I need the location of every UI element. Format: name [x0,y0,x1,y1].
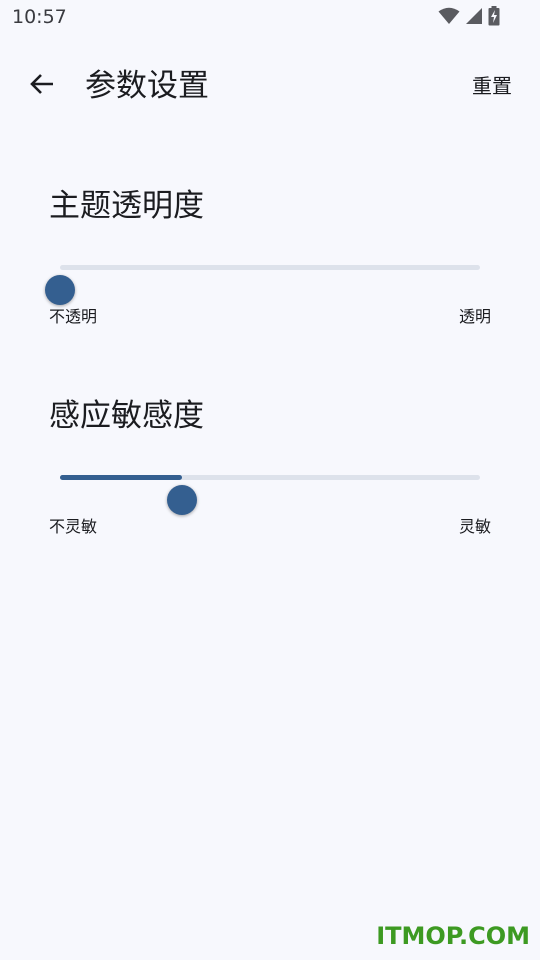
signal-icon [465,7,483,29]
status-icons [438,6,500,30]
slider-max-label: 灵敏 [458,517,491,536]
wifi-icon [438,7,460,29]
sensitivity-slider[interactable] [44,452,496,515]
watermark-logo: ITMOP.COM [376,922,530,950]
slider-thumb[interactable] [45,275,75,305]
status-bar: 10:57 [0,0,540,36]
slider-min-label: 不透明 [49,307,98,326]
battery-charging-icon [488,6,500,30]
setting-title: 主题透明度 [49,188,204,224]
arrow-left-icon [29,72,55,100]
status-time: 10:57 [12,6,67,28]
slider-max-label: 透明 [458,307,491,326]
slider-active-track [60,475,182,480]
transparency-slider[interactable] [44,242,496,305]
setting-title: 感应敏感度 [49,398,204,434]
page-title: 参数设置 [85,68,209,104]
slider-min-label: 不灵敏 [49,517,98,536]
slider-track [45,265,480,305]
reset-button[interactable]: 重置 [472,70,512,102]
back-button[interactable] [20,64,64,108]
app-bar: 参数设置 重置 [0,56,540,116]
slider-thumb[interactable] [166,485,197,515]
slider-track [60,475,480,515]
